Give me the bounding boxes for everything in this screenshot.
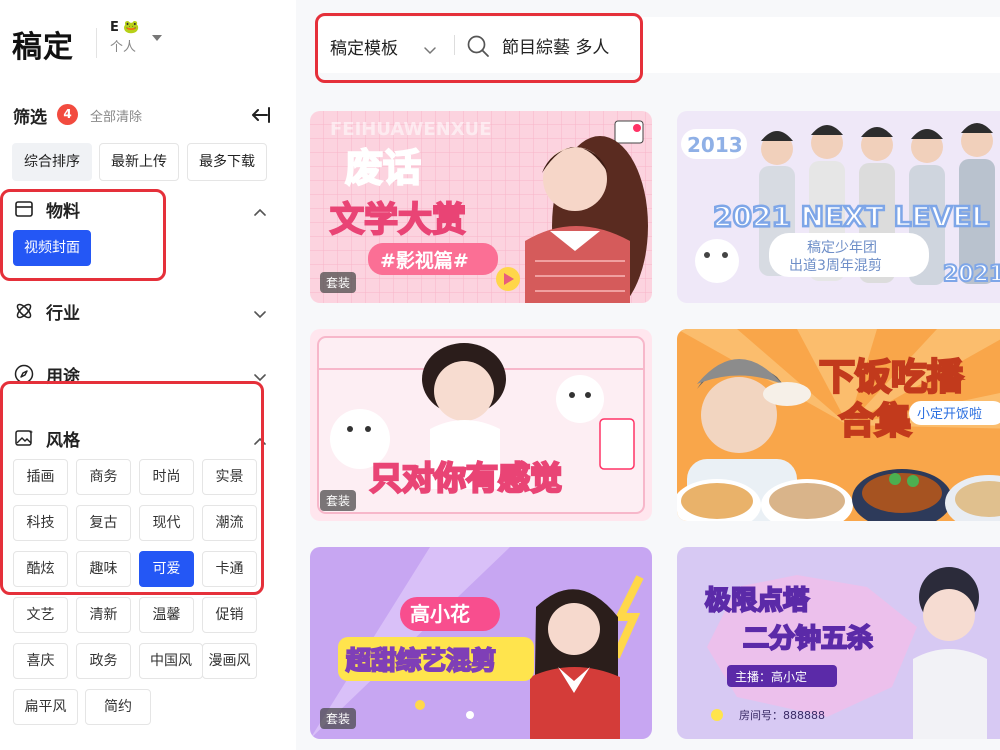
tag-minimal[interactable]: 简约: [85, 689, 151, 725]
tag-business[interactable]: 商务: [76, 459, 131, 495]
chevron-down-icon: [253, 304, 267, 323]
collapse-sidebar-icon[interactable]: [248, 104, 272, 126]
search-input[interactable]: 節目綜藝 多人: [502, 33, 609, 58]
card-watermark: FEIHUAWENXUE: [330, 119, 492, 140]
filter-sidebar: 稿定 E 🐸 个人 筛选 4 全部清除 综合排序 最新上传 最多下载 物料 视频…: [0, 0, 296, 750]
tag-cool[interactable]: 酷炫: [13, 551, 68, 587]
chevron-down-icon: [423, 41, 437, 60]
sort-comprehensive-button[interactable]: 综合排序: [12, 143, 92, 181]
tag-cute[interactable]: 可爱: [139, 551, 194, 587]
filter-title: 筛选: [13, 108, 47, 128]
template-card[interactable]: FEIHUAWENXUE 废话 文学大赏 #影视篇# 套装: [310, 111, 652, 303]
tag-cartoon[interactable]: 卡通: [202, 551, 257, 587]
search-scope-select[interactable]: 稿定模板: [330, 34, 398, 59]
tag-trendy[interactable]: 潮流: [202, 505, 257, 541]
section-industry-label: 行业: [46, 304, 80, 324]
card-year: 2021: [943, 262, 1000, 287]
card-headline: 二分钟五杀: [743, 623, 873, 654]
tag-chinese-style[interactable]: 中国风: [139, 643, 203, 679]
tag-comic-style[interactable]: 漫画风: [202, 643, 257, 679]
card-headline: 只对你有感觉: [370, 459, 562, 497]
workspace-name: E 🐸: [110, 20, 140, 35]
tag-fashion[interactable]: 时尚: [139, 459, 194, 495]
card-headline: 超甜综艺混剪: [346, 646, 496, 675]
tag-modern[interactable]: 现代: [139, 505, 194, 541]
filter-count-badge: 4: [57, 104, 78, 125]
chevron-up-icon: [253, 202, 267, 221]
section-style-label: 风格: [46, 431, 80, 451]
card-subline: 出道3周年混剪: [789, 258, 882, 274]
card-headline: 高小花: [410, 602, 470, 626]
tag-fresh[interactable]: 清新: [76, 597, 131, 633]
tag-flat-style[interactable]: 扁平风: [13, 689, 78, 725]
template-card[interactable]: 极限点塔 二分钟五杀 主播：高小定 房间号：888888: [677, 547, 1000, 739]
tag-warm[interactable]: 温馨: [139, 597, 194, 633]
card-subline: 稿定少年团: [807, 240, 877, 256]
chevron-up-icon: [253, 431, 267, 450]
template-card[interactable]: 高小花 超甜综艺混剪 套装: [310, 547, 652, 739]
atom-icon: [14, 301, 34, 325]
chevron-down-icon: [253, 367, 267, 386]
tag-illustration[interactable]: 插画: [13, 459, 68, 495]
search-divider: [454, 35, 455, 55]
tag-tech[interactable]: 科技: [13, 505, 68, 541]
tag-realistic[interactable]: 实景: [202, 459, 257, 495]
card-headline: 极限点塔: [705, 585, 810, 616]
image-sparkle-icon: [14, 428, 34, 452]
tag-literary[interactable]: 文艺: [13, 597, 68, 633]
app-root: 稿定 E 🐸 个人 筛选 4 全部清除 综合排序 最新上传 最多下载 物料 视频…: [0, 0, 1000, 750]
card-badge: 套装: [320, 490, 357, 511]
template-card[interactable]: 2013 2021 NEXT LEVEL 稿定少年团 出道3周年混剪 2021: [677, 111, 1000, 303]
card-headline: 2021 NEXT LEVEL: [713, 200, 989, 233]
card-year: 2013: [687, 133, 743, 157]
section-style-header[interactable]: 风格: [0, 422, 280, 452]
workspace-switcher[interactable]: E 🐸 个人: [110, 20, 162, 55]
caret-down-icon: [152, 35, 162, 41]
section-material-label: 物料: [46, 202, 80, 222]
tag-fun[interactable]: 趣味: [76, 551, 131, 587]
tag-festive[interactable]: 喜庆: [13, 643, 68, 679]
card-headline: 下饭吃播: [819, 357, 964, 398]
section-usage-label: 用途: [46, 367, 80, 387]
search-icon[interactable]: [466, 34, 490, 62]
section-industry-header[interactable]: 行业: [0, 295, 280, 325]
card-badge: 套装: [320, 708, 357, 729]
card-subline: #影视篇#: [380, 249, 469, 272]
card-subline: 房间号：888888: [739, 709, 825, 722]
card-headline: 合集: [839, 401, 911, 442]
clear-all-button[interactable]: 全部清除: [90, 106, 142, 125]
compass-icon: [14, 364, 34, 388]
card-headline: 废话: [345, 146, 421, 190]
card-headline: 文学大赏: [330, 200, 466, 240]
tag-retro[interactable]: 复古: [76, 505, 131, 541]
app-logo[interactable]: 稿定: [12, 22, 74, 66]
card-subline: 主播：高小定: [735, 669, 807, 684]
sort-most-downloaded-button[interactable]: 最多下载: [187, 143, 267, 181]
section-usage-header[interactable]: 用途: [0, 358, 280, 388]
template-card[interactable]: 只对你有感觉 套装: [310, 329, 652, 521]
tag-video-cover[interactable]: 视频封面: [13, 230, 91, 266]
tag-promotion[interactable]: 促销: [202, 597, 257, 633]
tag-government[interactable]: 政务: [76, 643, 131, 679]
sort-newest-button[interactable]: 最新上传: [99, 143, 179, 181]
card-badge: 套装: [320, 272, 357, 293]
logo-divider: [96, 28, 97, 58]
search-bar[interactable]: 稿定模板 節目綜藝 多人: [316, 17, 1000, 73]
box-icon: [14, 199, 34, 223]
template-card[interactable]: 下饭吃播 合集 小定开饭啦: [677, 329, 1000, 521]
workspace-type: 个人: [110, 40, 137, 55]
section-material-header[interactable]: 物料: [0, 193, 280, 223]
card-subline: 小定开饭啦: [917, 407, 982, 422]
